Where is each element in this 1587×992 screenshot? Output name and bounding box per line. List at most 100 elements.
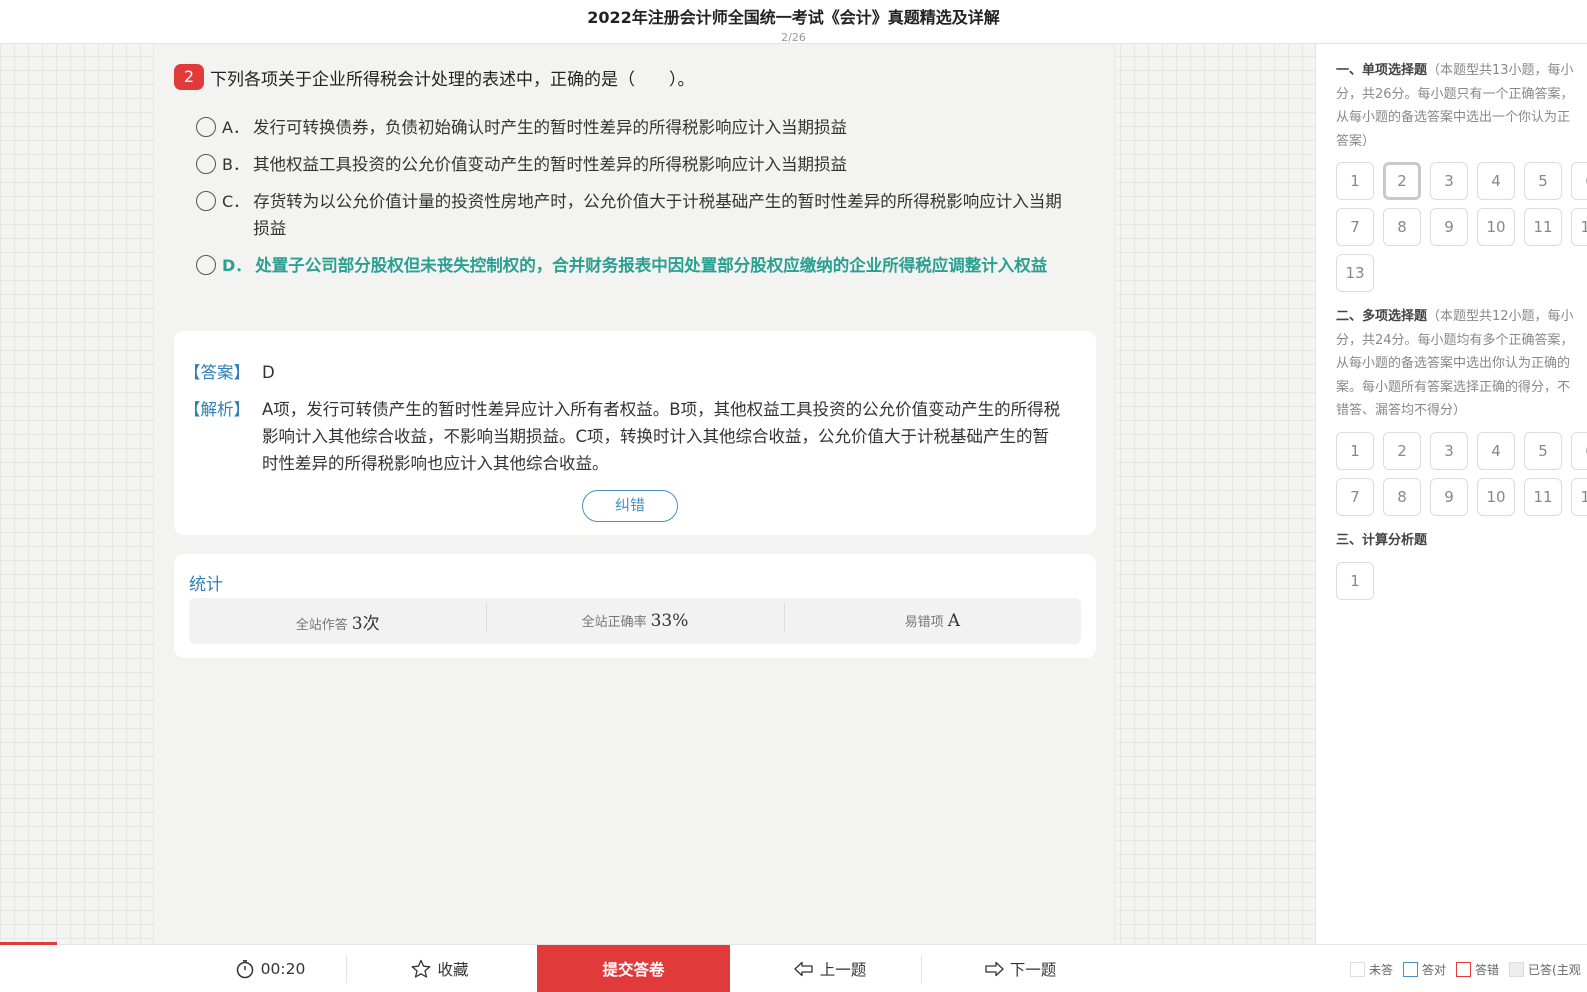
option-text: 其他权益工具投资的公允价值变动产生的暂时性差异的所得税影响应计入当期损益	[252, 155, 847, 174]
option-list: A． 发行可转换债券，负债初始确认时产生的暂时性差异的所得税影响应计入当期损益 …	[196, 114, 1076, 289]
answer-row: 【答案】 D	[184, 359, 275, 386]
radio-icon[interactable]	[196, 255, 216, 275]
answer-card: 【答案】 D 【解析】 A项，发行可转债产生的暂时性差异应计入所有者权益。B项，…	[174, 331, 1096, 535]
legend-wrong: 答错	[1456, 961, 1499, 978]
previous-label: 上一题	[819, 961, 867, 979]
section-desc-line: 分，共26分。每小题只有一个正确答案，	[1336, 86, 1574, 102]
question-nav-4[interactable]: 4	[1477, 162, 1515, 200]
question-number-grid: 1 2 3 4 5 6 7 8 9 10 11 12 13	[1336, 162, 1587, 300]
legend-swatch	[1403, 961, 1419, 977]
question-nav-4[interactable]: 4	[1477, 431, 1515, 470]
stat-value: A	[947, 611, 960, 631]
section-single-choice: 一、单项选择题（本题型共13小题，每小 分，共26分。每小题只有一个正确答案， …	[1336, 59, 1587, 300]
legend-correct: 答对	[1403, 961, 1446, 978]
next-label: 下一题	[1009, 961, 1057, 979]
option-text: 存货转为以公允价值计量的投资性房地产时，公允价值大于计税基础产生的暂时性差异的所…	[253, 192, 1062, 238]
section-desc-line: 案。每小题所有答案选择正确的得分，不	[1336, 379, 1571, 395]
previous-question-button[interactable]: 上一题	[750, 945, 910, 992]
question-nav-1[interactable]: 1	[1336, 561, 1374, 600]
question-nav-7[interactable]: 7	[1336, 477, 1374, 516]
question-nav-6[interactable]: 6	[1571, 431, 1587, 470]
stat-accuracy: 全站正确率 33%	[486, 603, 783, 633]
report-error-button[interactable]: 纠错	[582, 490, 678, 522]
question-nav-6[interactable]: 6	[1571, 162, 1587, 200]
question-nav-7[interactable]: 7	[1336, 208, 1374, 246]
question-nav-12[interactable]: 12	[1571, 208, 1587, 246]
arrow-left-icon	[794, 961, 814, 977]
section-desc-line: 三、计算分析题	[1336, 529, 1587, 553]
section-title: 二、多项选择题	[1336, 309, 1428, 324]
answer-sheet-panel: 一、单项选择题（本题型共13小题，每小 分，共26分。每小题只有一个正确答案， …	[1315, 44, 1587, 944]
section-desc-line: 从每小题的备选答案中选出一个你认为正	[1336, 110, 1571, 125]
stat-label: 全站正确率	[581, 615, 647, 630]
star-icon	[411, 959, 431, 979]
answer-label: 【答案】	[184, 363, 250, 382]
question-number-grid: 1 2 3 4 5 6 7 8 9 10 11 12	[1336, 431, 1587, 524]
option-d[interactable]: D． 处置子公司部分股权但未丧失控制权的，合并财务报表中因处置部分股权应缴纳的企…	[196, 252, 1076, 279]
submit-exam-button[interactable]: 提交答卷	[537, 945, 730, 992]
question-nav-11[interactable]: 11	[1524, 208, 1562, 246]
question-nav-2[interactable]: 2	[1383, 162, 1421, 200]
stats-card: 统计 全站作答 3次 全站正确率 33% 易错项 A	[174, 554, 1096, 658]
question-nav-1[interactable]: 1	[1336, 162, 1374, 200]
question-nav-8[interactable]: 8	[1383, 208, 1421, 246]
option-text: 处置子公司部分股权但未丧失控制权的，合并财务报表中因处置部分股权应缴纳的企业所得…	[255, 256, 1048, 275]
section-title: 一、单项选择题	[1336, 63, 1428, 78]
question-nav-3[interactable]: 3	[1430, 431, 1468, 470]
radio-icon[interactable]	[196, 154, 216, 174]
section-desc-line: 二、多项选择题（本题型共12小题，每小	[1336, 309, 1574, 324]
question-number-badge: 2	[174, 64, 204, 90]
question-nav-9[interactable]: 9	[1430, 477, 1468, 516]
section-title: 三、计算分析题	[1336, 533, 1428, 548]
stats-bar: 全站作答 3次 全站正确率 33% 易错项 A	[189, 598, 1081, 644]
question-nav-8[interactable]: 8	[1383, 477, 1421, 516]
legend-answered-subjective: 已答(主观	[1509, 961, 1581, 978]
toolbar-divider	[346, 955, 347, 983]
stat-label: 易错项	[904, 615, 944, 630]
question-nav-5[interactable]: 5	[1524, 162, 1562, 200]
question-nav-3[interactable]: 3	[1430, 162, 1468, 200]
option-letter: C．	[222, 192, 250, 211]
legend-swatch	[1350, 961, 1365, 977]
stat-attempts: 全站作答 3次	[189, 609, 486, 634]
question-nav-13[interactable]: 13	[1336, 254, 1374, 292]
section-desc-line: 错答、漏答均不得分）	[1336, 403, 1467, 418]
answer-value: D	[262, 363, 275, 382]
legend-swatch	[1509, 961, 1525, 977]
stat-label: 全站作答	[295, 617, 348, 633]
favorite-button[interactable]: 收藏	[360, 945, 520, 992]
option-b[interactable]: B． 其他权益工具投资的公允价值变动产生的暂时性差异的所得税影响应计入当期损益	[196, 151, 1076, 178]
question-nav-1[interactable]: 1	[1336, 431, 1374, 470]
question-nav-9[interactable]: 9	[1430, 208, 1468, 246]
toolbar-divider	[921, 955, 922, 983]
question-nav-10[interactable]: 10	[1477, 477, 1515, 516]
radio-icon[interactable]	[196, 191, 216, 211]
option-letter: A．	[222, 118, 249, 137]
question-header: 2 下列各项关于企业所得税会计处理的表述中，正确的是（ ）。	[174, 64, 1074, 90]
section-desc-line: 一、单项选择题（本题型共13小题，每小	[1336, 63, 1574, 78]
stopwatch-icon	[235, 959, 255, 979]
option-a[interactable]: A． 发行可转换债券，负债初始确认时产生的暂时性差异的所得税影响应计入当期损益	[196, 114, 1076, 141]
question-nav-12[interactable]: 12	[1571, 477, 1587, 516]
stat-value: 33%	[650, 611, 689, 631]
section-desc-line: 分，共24分。每小题均有多个正确答案，	[1336, 332, 1574, 348]
question-nav-5[interactable]: 5	[1524, 431, 1562, 470]
section-desc-line: 答案）	[1336, 133, 1376, 149]
arrow-right-icon	[984, 961, 1004, 977]
timer: 00:20	[200, 945, 340, 992]
legend-unanswered: 未答	[1350, 961, 1393, 978]
time-progress-bar	[0, 942, 57, 945]
question-nav-11[interactable]: 11	[1524, 477, 1562, 516]
stat-common-mistake: 易错项 A	[783, 603, 1081, 633]
answer-status-legend: 未答 答对 答错 已答(主观	[1350, 945, 1587, 992]
stats-title: 统计	[189, 575, 223, 595]
next-question-button[interactable]: 下一题	[940, 945, 1100, 992]
radio-icon[interactable]	[196, 117, 216, 137]
question-nav-10[interactable]: 10	[1477, 208, 1515, 246]
option-text: 发行可转换债券，负债初始确认时产生的暂时性差异的所得税影响应计入当期损益	[252, 118, 847, 137]
analysis-text: A项，发行可转债产生的暂时性差异应计入所有者权益。B项，其他权益工具投资的公允价…	[262, 400, 1061, 473]
option-c[interactable]: C． 存货转为以公允价值计量的投资性房地产时，公允价值大于计税基础产生的暂时性差…	[196, 188, 1076, 242]
bottom-toolbar: 00:20 收藏 提交答卷 上一题 下一题 未答 答对 答错 已答(主观	[0, 942, 1587, 992]
analysis-label: 【解析】	[184, 400, 250, 419]
question-nav-2[interactable]: 2	[1383, 431, 1421, 470]
